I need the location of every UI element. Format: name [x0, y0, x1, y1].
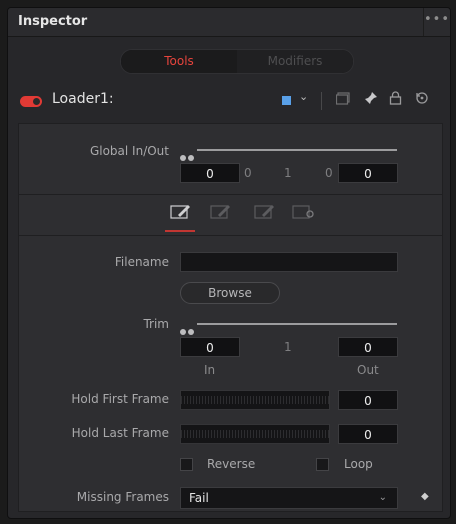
filename-field[interactable]: [180, 252, 398, 272]
loop-checkbox[interactable]: [316, 458, 329, 471]
tool-controls-area: Global In/Out 0 0 1 0 0 Filename Browse …: [18, 123, 443, 512]
global-out-field[interactable]: 0: [338, 163, 398, 183]
format-tab-icon[interactable]: [209, 204, 233, 220]
hold-first-field[interactable]: 0: [338, 390, 398, 410]
missing-frames-value: Fail: [189, 491, 209, 505]
trim-out-field[interactable]: 0: [338, 337, 398, 357]
filename-label: Filename: [114, 255, 169, 269]
lock-icon[interactable]: [389, 91, 402, 109]
trim-in-field[interactable]: 0: [180, 337, 240, 357]
hold-last-label: Hold Last Frame: [71, 426, 169, 440]
import-tab-icon[interactable]: [253, 204, 277, 220]
active-subtab-underline: [165, 230, 195, 232]
global-inout-slider[interactable]: [197, 149, 397, 151]
hold-last-slider[interactable]: [180, 424, 330, 444]
reset-icon[interactable]: [415, 91, 429, 109]
global-mid-value: 1: [284, 166, 292, 180]
loop-label: Loop: [344, 457, 373, 471]
browse-button[interactable]: Browse: [180, 282, 280, 304]
tool-enable-toggle[interactable]: [20, 96, 42, 107]
keyframe-diamond-icon[interactable]: ◆: [421, 491, 429, 502]
hold-first-label: Hold First Frame: [71, 392, 169, 406]
missing-frames-label: Missing Frames: [76, 490, 169, 504]
trim-slider[interactable]: [197, 323, 397, 325]
trim-in-label: In: [204, 363, 216, 377]
file-tab-icon[interactable]: [169, 204, 193, 220]
missing-frames-dropdown[interactable]: Fail ⌄: [180, 487, 398, 509]
global-inout-label: Global In/Out: [89, 144, 169, 158]
versions-icon[interactable]: [335, 91, 352, 109]
tool-name: Loader1:: [52, 91, 114, 107]
hold-first-slider[interactable]: [180, 390, 330, 410]
tab-tools[interactable]: Tools: [121, 50, 237, 73]
trim-out-label: Out: [357, 363, 379, 377]
more-options-icon[interactable]: •••: [423, 8, 450, 36]
global-end-value: 0: [325, 166, 333, 180]
tools-modifiers-switch: Tools Modifiers: [120, 49, 354, 74]
global-in-field[interactable]: 0: [180, 163, 240, 183]
reverse-checkbox[interactable]: [180, 458, 193, 471]
panel-title: Inspector: [18, 14, 88, 29]
tool-header-row: Loader1: ⌄: [8, 88, 450, 114]
reverse-label: Reverse: [207, 457, 256, 471]
chevron-down-icon: ⌄: [378, 492, 387, 503]
section-divider: [19, 235, 442, 236]
chevron-down-icon[interactable]: ⌄: [299, 90, 308, 103]
pin-icon[interactable]: [364, 91, 378, 109]
hold-last-field[interactable]: 0: [338, 424, 398, 444]
section-divider: [19, 194, 442, 195]
global-start-value: 0: [244, 166, 252, 180]
trim-mid-value: 1: [284, 340, 292, 354]
inspector-panel: Inspector ••• Tools Modifiers Loader1: ⌄…: [7, 7, 451, 519]
settings-tab-icon[interactable]: [292, 204, 316, 220]
inspector-titlebar: Inspector •••: [8, 8, 450, 37]
tab-modifiers[interactable]: Modifiers: [237, 50, 353, 73]
trim-label: Trim: [143, 317, 169, 331]
tool-color-swatch[interactable]: [282, 96, 291, 105]
header-divider: [321, 92, 322, 110]
